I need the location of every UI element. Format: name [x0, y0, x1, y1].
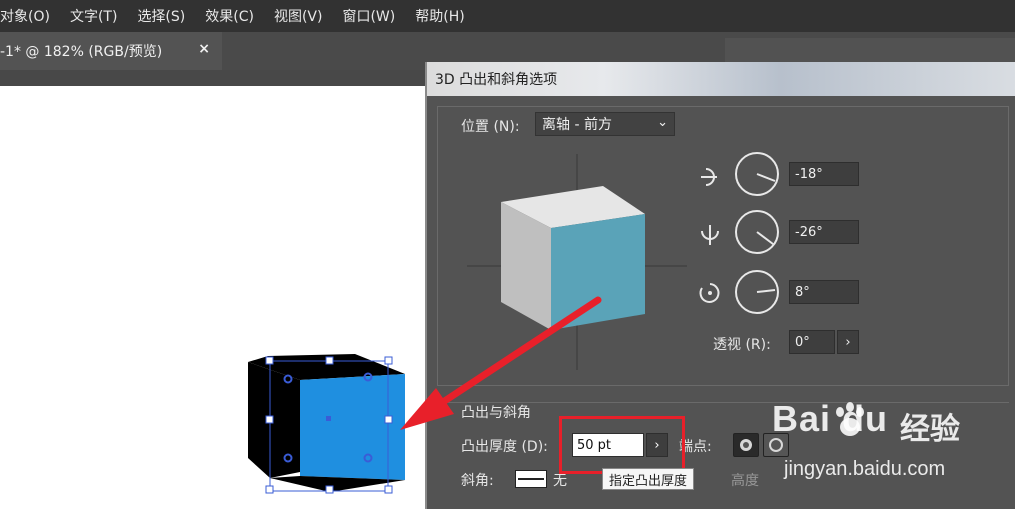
paw-icon	[836, 402, 864, 436]
annotation-arrow-head	[400, 388, 454, 430]
watermark-url: jingyan.baidu.com	[784, 458, 946, 480]
baidu-watermark: Bai du 经验 jingyan.baidu.com	[772, 398, 1012, 490]
annotation-arrow-shaft	[436, 296, 602, 408]
watermark-title: 经验	[900, 412, 960, 447]
